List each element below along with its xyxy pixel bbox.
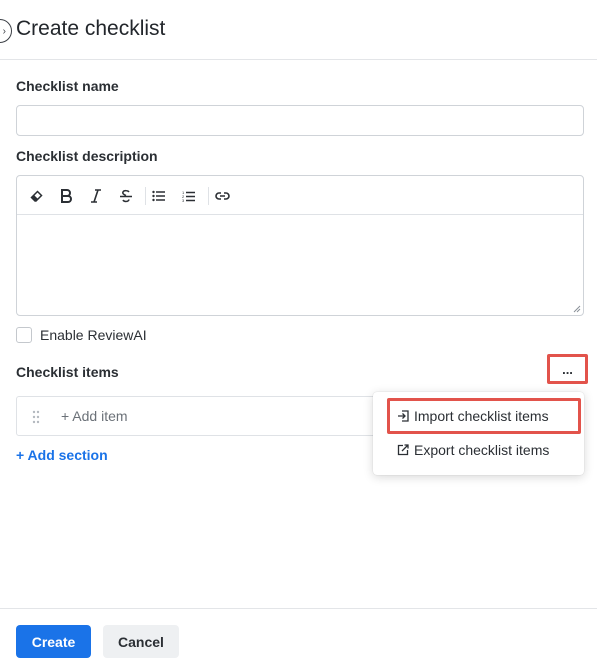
- bullet-list-icon[interactable]: [149, 186, 169, 206]
- import-label: Import checklist items: [414, 408, 549, 424]
- drag-handle-icon[interactable]: [32, 410, 40, 424]
- enable-reviewai-label: Enable ReviewAI: [40, 327, 147, 343]
- export-label: Export checklist items: [414, 442, 550, 458]
- checklist-name-input[interactable]: [16, 105, 584, 136]
- modal-header: › Create checklist: [0, 0, 597, 60]
- enable-reviewai-row[interactable]: Enable ReviewAI: [16, 327, 147, 343]
- svg-text:3: 3: [182, 198, 185, 203]
- link-icon[interactable]: [212, 186, 232, 206]
- create-button[interactable]: Create: [16, 625, 91, 658]
- checklist-name-label: Checklist name: [16, 78, 119, 94]
- page-title: Create checklist: [16, 17, 166, 40]
- import-checklist-items-menu-item[interactable]: Import checklist items: [397, 408, 549, 424]
- back-button[interactable]: ›: [0, 19, 12, 43]
- import-icon: [397, 410, 410, 423]
- numbered-list-icon[interactable]: 123: [179, 186, 199, 206]
- description-editor[interactable]: 123: [16, 175, 584, 316]
- strikethrough-icon[interactable]: [116, 186, 136, 206]
- checklist-description-label: Checklist description: [16, 148, 158, 164]
- export-icon: [397, 444, 410, 457]
- add-item-button[interactable]: + Add item: [61, 408, 128, 424]
- cancel-button[interactable]: Cancel: [103, 625, 179, 658]
- more-button-highlight: ...: [547, 354, 588, 384]
- checklist-items-label: Checklist items: [16, 364, 119, 380]
- resize-handle[interactable]: [573, 305, 581, 313]
- editor-toolbar: 123: [17, 176, 583, 215]
- italic-icon[interactable]: [86, 186, 106, 206]
- more-options-button[interactable]: ...: [553, 360, 582, 378]
- export-checklist-items-menu-item[interactable]: Export checklist items: [397, 442, 549, 458]
- bold-icon[interactable]: [56, 186, 76, 206]
- add-section-button[interactable]: + Add section: [16, 447, 108, 463]
- enable-reviewai-checkbox[interactable]: [16, 327, 32, 343]
- eraser-icon[interactable]: [27, 186, 47, 206]
- chevron-right-icon: ›: [2, 25, 6, 37]
